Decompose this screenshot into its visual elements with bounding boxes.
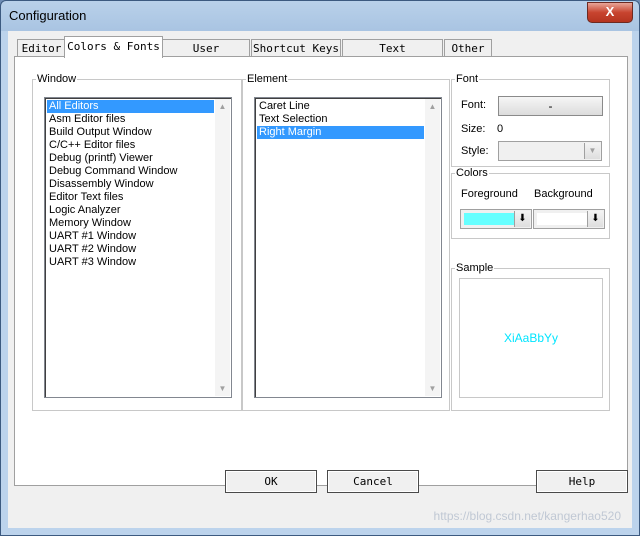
ok-button[interactable]: OK xyxy=(225,470,317,493)
tab-editor[interactable]: Editor xyxy=(17,39,66,57)
foreground-label: Foreground xyxy=(461,188,518,200)
watermark: https://blog.csdn.net/kangerhao520 xyxy=(433,509,621,523)
foreground-color-picker[interactable]: ⬇ xyxy=(460,209,532,229)
scroll-down-arrow-icon[interactable]: ▼ xyxy=(215,381,230,396)
size-label: Size: xyxy=(461,123,486,135)
foreground-color-swatch xyxy=(464,213,514,225)
size-value: 0 xyxy=(497,123,504,135)
element-list-item[interactable]: Right Margin xyxy=(257,126,424,139)
element-group-label: Element xyxy=(247,73,288,85)
cancel-button[interactable]: Cancel xyxy=(327,470,419,493)
title-bar[interactable]: Configuration X xyxy=(1,1,639,31)
background-label: Background xyxy=(534,188,593,200)
window-list-item[interactable]: Asm Editor files xyxy=(47,113,214,126)
sample-group-label: Sample xyxy=(456,262,494,274)
help-button[interactable]: Help xyxy=(536,470,628,493)
window-list-item[interactable]: Debug Command Window xyxy=(47,165,214,178)
element-list-item[interactable]: Text Selection xyxy=(257,113,424,126)
tab-user-keywords[interactable]: User Keywords xyxy=(162,39,250,72)
colors-group-label: Colors xyxy=(456,167,488,179)
window-list-item[interactable]: C/C++ Editor files xyxy=(47,139,214,152)
dropdown-arrow-icon[interactable]: ▼ xyxy=(584,143,600,159)
window-list-item[interactable]: Build Output Window xyxy=(47,126,214,139)
sample-text: XiAaBbYy xyxy=(503,331,559,345)
style-label: Style: xyxy=(461,145,489,157)
tab-shortcut-keys[interactable]: Shortcut Keys xyxy=(251,39,341,57)
font-group-label: Font xyxy=(456,73,479,85)
window-list-item[interactable]: Memory Window xyxy=(47,217,214,230)
window-listbox[interactable]: All Editors Asm Editor files Build Output … xyxy=(44,97,232,398)
scroll-up-arrow-icon[interactable]: ▲ xyxy=(425,99,440,114)
window-list-item[interactable]: Logic Analyzer xyxy=(47,204,214,217)
dropdown-arrow-icon[interactable]: ⬇ xyxy=(587,211,603,227)
scroll-up-arrow-icon[interactable]: ▲ xyxy=(215,99,230,114)
close-button[interactable]: X xyxy=(587,2,633,23)
background-color-picker[interactable]: ⬇ xyxy=(533,209,605,229)
style-dropdown[interactable]: ▼ xyxy=(498,141,602,161)
font-label: Font: xyxy=(461,99,487,111)
window-list-item[interactable]: Debug (printf) Viewer xyxy=(47,152,214,165)
window-list-item[interactable]: UART #2 Window xyxy=(47,243,214,256)
window-title: Configuration xyxy=(9,8,87,23)
dropdown-arrow-icon[interactable]: ⬇ xyxy=(514,211,530,227)
window-list-item[interactable]: Disassembly Window xyxy=(47,178,214,191)
tab-other[interactable]: Other xyxy=(444,39,492,57)
window-list-item[interactable]: UART #3 Window xyxy=(47,256,214,269)
configuration-dialog: Configuration X Editor Colors & Fonts Us… xyxy=(0,0,640,536)
sample-preview: XiAaBbYy xyxy=(459,278,603,398)
tab-colors-fonts[interactable]: Colors & Fonts xyxy=(64,36,163,58)
window-list-item[interactable]: UART #1 Window xyxy=(47,230,214,243)
element-list-item[interactable]: Caret Line xyxy=(257,100,424,113)
window-group-label: Window xyxy=(37,73,77,85)
background-color-swatch xyxy=(537,213,587,225)
element-list-scrollbar[interactable]: ▲ ▼ xyxy=(425,99,440,396)
window-list-scrollbar[interactable]: ▲ ▼ xyxy=(215,99,230,396)
window-list-item[interactable]: All Editors xyxy=(47,100,214,113)
font-select-button[interactable]: - xyxy=(498,96,603,116)
scroll-down-arrow-icon[interactable]: ▼ xyxy=(425,381,440,396)
tab-text-completion[interactable]: Text Completion xyxy=(342,39,443,72)
element-listbox[interactable]: Caret Line Text Selection Right Margin ▲ ▼ xyxy=(254,97,442,398)
window-list-item[interactable]: Editor Text files xyxy=(47,191,214,204)
